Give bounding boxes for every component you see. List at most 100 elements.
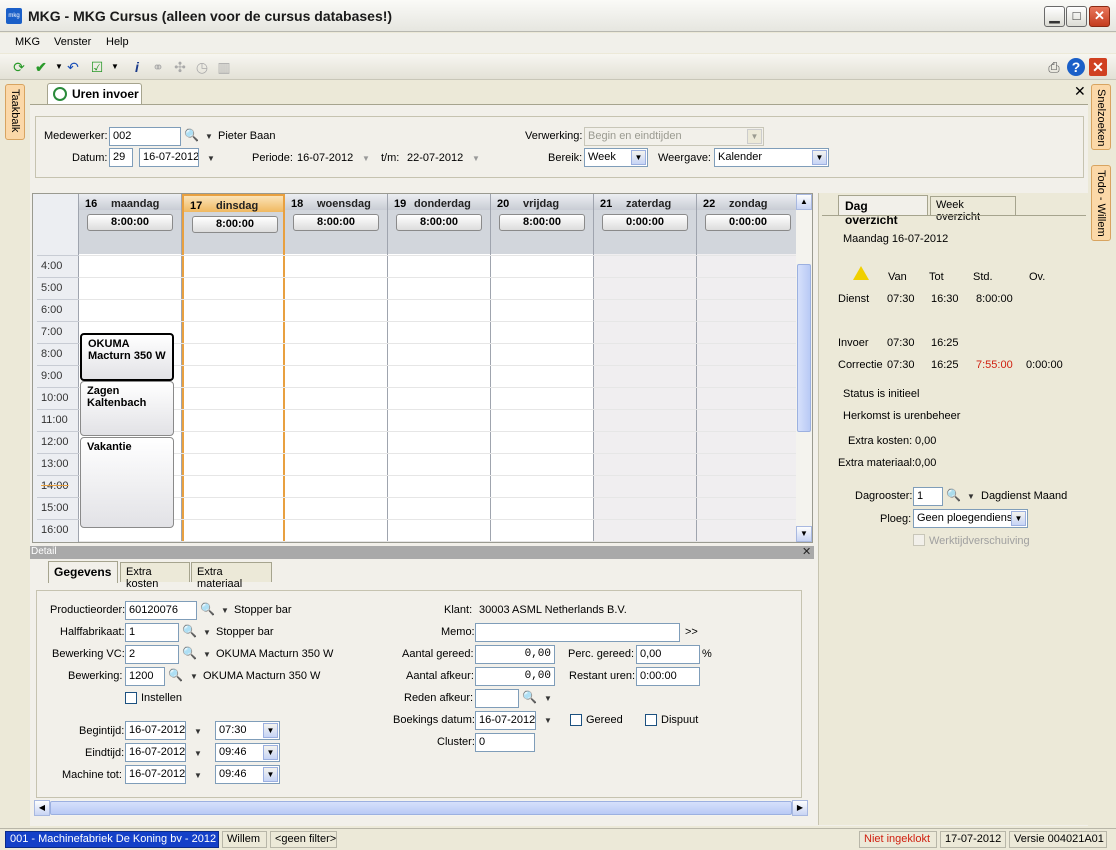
chevron-down-icon[interactable]: ▼ — [263, 723, 278, 738]
chevron-down-icon[interactable]: ▼ — [544, 694, 552, 703]
tab-gegevens[interactable]: Gegevens — [48, 561, 118, 583]
reden-afkeur-input[interactable] — [475, 689, 519, 708]
dispuut-checkbox[interactable] — [645, 714, 657, 726]
taakbalk-tab[interactable]: Taakbalk — [5, 84, 25, 140]
day-column[interactable] — [285, 254, 388, 542]
chevron-down-icon[interactable]: ▼ — [194, 727, 202, 736]
begintijd-date-input[interactable]: 16-07-2012 — [125, 721, 186, 740]
bewerking-input[interactable]: 1200 — [125, 667, 165, 686]
close-icon[interactable]: ✕ — [1089, 58, 1107, 76]
day-total[interactable]: 8:00:00 — [87, 214, 173, 231]
check-icon[interactable]: ✔ — [32, 58, 50, 76]
maximize-button[interactable]: □ — [1066, 6, 1087, 27]
minimize-button[interactable]: ▁ — [1044, 6, 1065, 27]
chevron-down-icon[interactable]: ▼ — [205, 132, 213, 141]
periode-from[interactable]: 16-07-2012 — [297, 152, 353, 164]
search-icon[interactable]: 🔍 — [168, 668, 183, 682]
tab-week-overzicht[interactable]: Week overzicht — [930, 196, 1016, 223]
info-icon[interactable]: i — [128, 58, 146, 76]
day-total[interactable]: 8:00:00 — [499, 214, 585, 231]
datum-day-input[interactable]: 29 — [109, 148, 133, 167]
menu-mkg[interactable]: MKG — [15, 36, 40, 48]
menu-help[interactable]: Help — [106, 36, 129, 48]
search-icon[interactable]: 🔍 — [184, 128, 199, 142]
cluster-input[interactable]: 0 — [475, 733, 535, 752]
memo-expand-button[interactable]: >> — [685, 626, 698, 638]
close-detail-icon[interactable]: ✕ — [802, 545, 811, 558]
bewerking-vc-input[interactable]: 2 — [125, 645, 179, 664]
eindtijd-time-select[interactable]: 09:46 ▼ — [215, 743, 280, 762]
day-column[interactable] — [182, 254, 285, 542]
chevron-down-icon[interactable]: ▼ — [194, 749, 202, 758]
day-total[interactable]: 0:00:00 — [705, 214, 791, 231]
chevron-down-icon[interactable]: ▼ — [194, 771, 202, 780]
close-doc-icon[interactable]: ✕ — [1074, 83, 1086, 100]
scroll-right-icon[interactable]: ▶ — [792, 800, 808, 816]
search-icon[interactable]: 🔍 — [522, 690, 537, 704]
day-header[interactable]: 17 dinsdag 8:00:00 — [182, 194, 285, 254]
menu-venster[interactable]: Venster — [54, 36, 91, 48]
chevron-down-icon[interactable]: ▼ — [203, 650, 211, 659]
memo-input[interactable] — [475, 623, 680, 642]
print-icon[interactable]: ⎙ — [1045, 58, 1063, 76]
search-icon[interactable]: 🔍 — [182, 646, 197, 660]
aantal-gereed-input[interactable]: 0,00 — [475, 645, 555, 664]
chevron-down-icon[interactable]: ▼ — [1011, 511, 1026, 526]
restant-input[interactable]: 0:00:00 — [636, 667, 700, 686]
day-header[interactable]: 22 zondag 0:00:00 — [697, 194, 800, 254]
day-header[interactable]: 19 donderdag 8:00:00 — [388, 194, 491, 254]
appointment[interactable]: Vakantie — [80, 437, 174, 528]
day-header[interactable]: 20 vrijdag 8:00:00 — [491, 194, 594, 254]
gereed-checkbox[interactable] — [570, 714, 582, 726]
close-window-button[interactable]: ✕ — [1089, 6, 1110, 27]
search-icon[interactable]: 🔍 — [182, 624, 197, 638]
dagrooster-input[interactable]: 1 — [913, 487, 943, 506]
day-column[interactable] — [491, 254, 594, 542]
help-icon[interactable]: ? — [1067, 58, 1085, 76]
halffabrikaat-input[interactable]: 1 — [125, 623, 179, 642]
chevron-down-icon[interactable]: ▼ — [106, 58, 124, 76]
chevron-down-icon[interactable]: ▼ — [631, 150, 646, 165]
day-column[interactable] — [594, 254, 697, 542]
bereik-select[interactable]: Week ▼ — [584, 148, 648, 167]
boekings-datum-input[interactable]: 16-07-2012 — [475, 711, 536, 730]
chevron-down-icon[interactable]: ▼ — [190, 672, 198, 681]
begintijd-time-select[interactable]: 07:30 ▼ — [215, 721, 280, 740]
machine-tot-time-select[interactable]: 09:46 ▼ — [215, 765, 280, 784]
chevron-down-icon[interactable]: ▼ — [544, 716, 552, 725]
perc-gereed-input[interactable]: 0,00 — [636, 645, 700, 664]
chevron-down-icon[interactable]: ▼ — [362, 154, 370, 163]
eindtijd-date-input[interactable]: 16-07-2012 — [125, 743, 186, 762]
scroll-left-icon[interactable]: ◀ — [34, 800, 50, 816]
refresh-icon[interactable]: ⟳ — [10, 58, 28, 76]
tab-dag-overzicht[interactable]: Dag overzicht — [838, 195, 928, 227]
day-total[interactable]: 8:00:00 — [293, 214, 379, 231]
chevron-down-icon[interactable]: ▼ — [203, 628, 211, 637]
search-icon[interactable]: 🔍 — [946, 488, 961, 502]
instellen-checkbox[interactable] — [125, 692, 137, 704]
day-header[interactable]: 18 woensdag 8:00:00 — [285, 194, 388, 254]
tab-extra-kosten[interactable]: Extra kosten — [120, 562, 190, 590]
scroll-down-icon[interactable]: ▼ — [796, 526, 812, 542]
productieorder-input[interactable]: 60120076 — [125, 601, 197, 620]
chevron-down-icon[interactable]: ▼ — [207, 154, 215, 163]
tab-extra-materiaal[interactable]: Extra materiaal — [191, 562, 272, 590]
appointment[interactable]: Zagen Kaltenbach — [80, 381, 174, 436]
check-list-icon[interactable]: ☑ — [88, 58, 106, 76]
snelzoeken-tab[interactable]: Snelzoeken — [1091, 84, 1111, 150]
tab-uren-invoer[interactable]: Uren invoer — [47, 83, 142, 104]
undo-icon[interactable]: ↶ — [64, 58, 82, 76]
day-column[interactable] — [388, 254, 491, 542]
chevron-down-icon[interactable]: ▼ — [263, 745, 278, 760]
scroll-up-icon[interactable]: ▲ — [796, 194, 812, 210]
chevron-down-icon[interactable]: ▼ — [263, 767, 278, 782]
todo-tab[interactable]: Todo - Willem — [1091, 165, 1111, 241]
day-column[interactable] — [697, 254, 800, 542]
machine-tot-date-input[interactable]: 16-07-2012 — [125, 765, 186, 784]
search-icon[interactable]: 🔍 — [200, 602, 215, 616]
chevron-down-icon[interactable]: ▼ — [221, 606, 229, 615]
calendar-scrollbar[interactable]: ▲ ▼ — [796, 194, 812, 542]
weergave-select[interactable]: Kalender ▼ — [714, 148, 829, 167]
hscroll-thumb[interactable] — [50, 801, 792, 815]
detail-hscrollbar[interactable]: ◀ ▶ — [34, 800, 808, 816]
